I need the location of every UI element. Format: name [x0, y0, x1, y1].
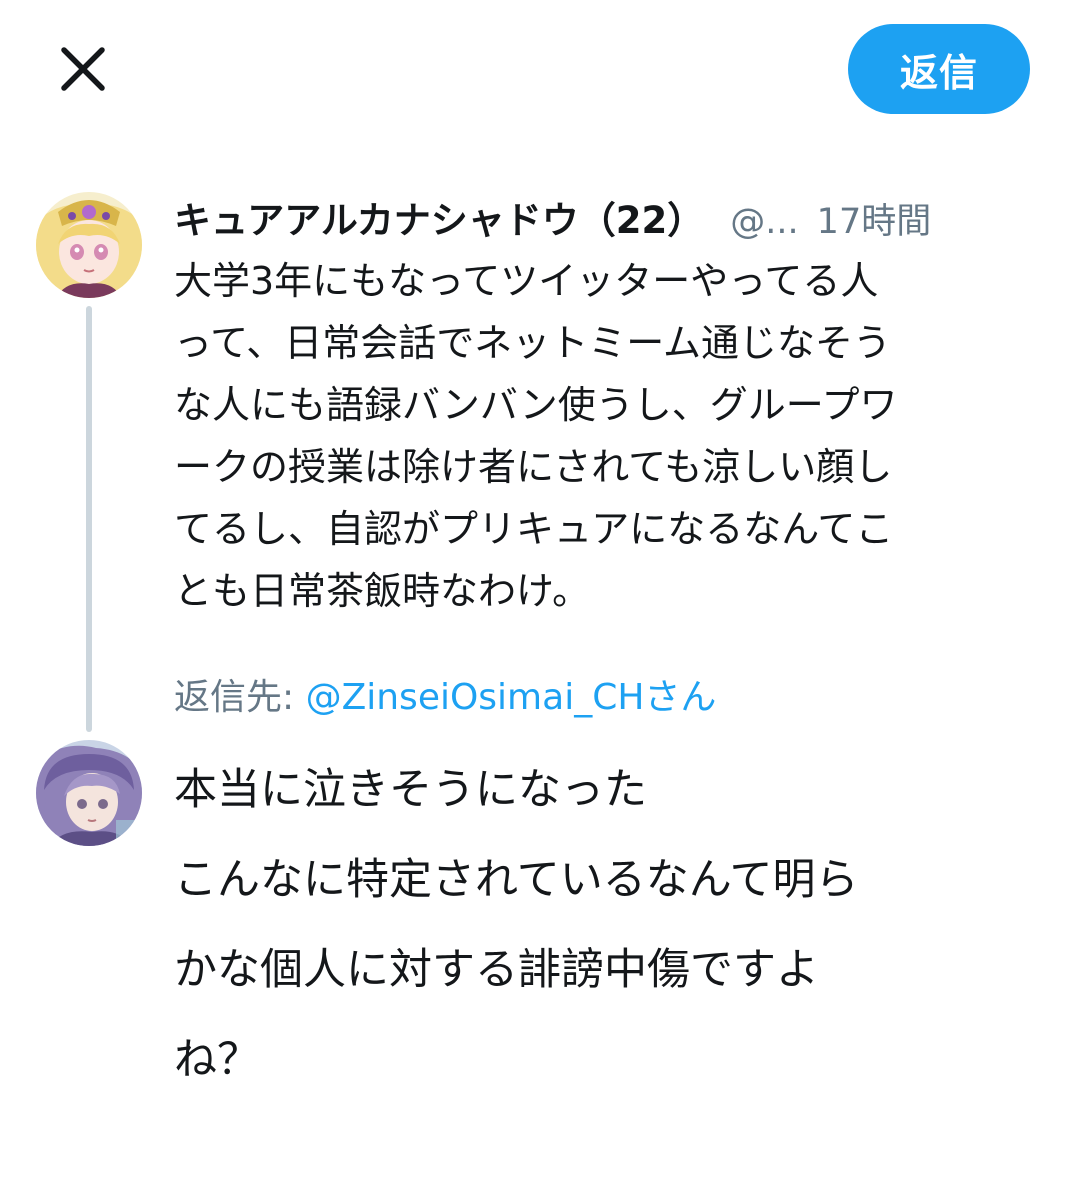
reply-text-line: こんなに特定されているなんて明ら [174, 855, 859, 905]
tweet-text-line: って、日常会話でネットミーム通じなそう [174, 321, 892, 365]
tweet-header: キュアアルカナシャドウ（22） @... 17時間 [174, 190, 1044, 246]
replying-to-label: 返信先: [174, 677, 306, 718]
tweet-text-line: てるし、自認がプリキュアになるなんてこ [174, 507, 894, 551]
replying-to-mention[interactable]: @ZinseiOsimai_CHさん [306, 677, 717, 718]
avatar[interactable] [36, 192, 142, 298]
close-icon [58, 44, 108, 98]
reply-text-line: 本当に泣きそうになった [174, 765, 647, 815]
replying-to: 返信先: @ZinseiOsimai_CHさん [174, 668, 716, 720]
user-handle[interactable]: @... [730, 202, 798, 242]
tweet-text-line: とも日常茶飯時なわけ。 [174, 569, 591, 613]
reply-button[interactable]: 返信 [848, 24, 1030, 114]
thread-connector-line [86, 306, 92, 732]
tweet-text-line: 大学3年にもなってツイッターやってる人 [174, 259, 879, 303]
tweet-timestamp[interactable]: 17時間 [817, 193, 932, 244]
avatar[interactable] [36, 740, 142, 846]
tweet-text-line: ークの授業は除け者にされても涼しい顔し [174, 445, 893, 489]
reply-text: 本当に泣きそうになった こんなに特定されているなんて明ら かな個人に対する誹謗中… [174, 745, 1044, 1105]
tweet-text: 大学3年にもなってツイッターやってる人 って、日常会話でネットミーム通じなそう … [174, 250, 1034, 622]
reply-text-line: ね？ [174, 1035, 260, 1085]
display-name[interactable]: キュアアルカナシャドウ（22） [174, 190, 704, 244]
tweet-text-line: な人にも語録バンバン使うし、グループワ [174, 383, 898, 427]
close-button[interactable] [50, 38, 116, 104]
reply-text-line: かな個人に対する誹謗中傷ですよ [174, 945, 819, 995]
